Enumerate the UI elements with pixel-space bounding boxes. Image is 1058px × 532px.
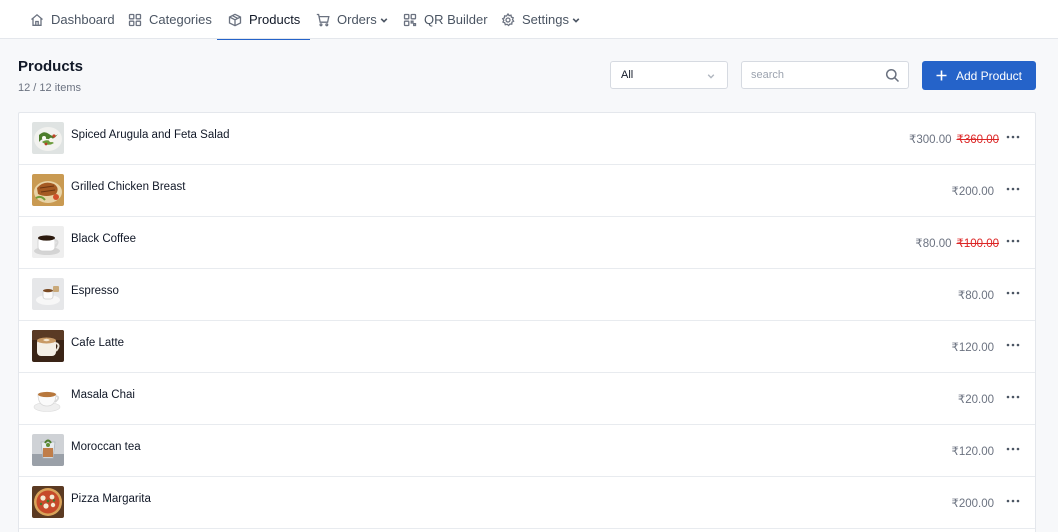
home-icon: [31, 13, 43, 26]
sale-price: ₹120.00: [951, 446, 995, 458]
product-list: Spiced Arugula and Feta Salad ₹300.00 ₹3…: [18, 112, 1036, 532]
product-price: ₹20.00: [958, 392, 999, 406]
sale-price: ₹200.00: [951, 186, 995, 198]
latte-thumbnail: [32, 330, 64, 362]
nav-label: QR Builder: [424, 12, 488, 27]
product-name: Masala Chai: [71, 389, 135, 401]
pizza-thumbnail: [32, 486, 64, 518]
nav-label: Products: [249, 12, 301, 27]
nav-item-orders[interactable]: Orders: [316, 0, 388, 39]
product-row[interactable]: Moroccan tea ₹120.00: [19, 425, 1035, 477]
nav-item-dashboard[interactable]: Dashboard: [30, 0, 115, 39]
filter-select[interactable]: All: [610, 61, 728, 89]
ellipsis-icon: [1006, 291, 1020, 295]
chevron-down-icon: [380, 17, 388, 23]
product-row[interactable]: Masala Chai ₹20.00: [19, 373, 1035, 425]
sale-price: ₹80.00: [915, 238, 952, 250]
more-options-button[interactable]: [1005, 338, 1021, 352]
page-title: Products: [18, 58, 84, 75]
product-name: Black Coffee: [71, 233, 136, 245]
product-row[interactable]: Grilled Chicken Breast ₹200.00: [19, 165, 1035, 217]
product-name: Spiced Arugula and Feta Salad: [71, 129, 230, 141]
ellipsis-icon: [1006, 447, 1020, 451]
cart-icon: [316, 13, 330, 26]
more-options-button[interactable]: [1005, 390, 1021, 404]
product-name: Pizza Margarita: [71, 493, 151, 505]
product-name: Cafe Latte: [71, 337, 125, 349]
product-row[interactable]: Pizza Margarita ₹200.00: [19, 477, 1035, 529]
ellipsis-icon: [1006, 239, 1020, 243]
product-name: Moroccan tea: [71, 441, 141, 453]
ellipsis-icon: [1006, 135, 1020, 139]
box-icon: [228, 13, 242, 26]
product-price: ₹300.00 ₹360.00: [909, 132, 999, 146]
chai-thumbnail: [32, 382, 64, 414]
nav-item-products[interactable]: Products: [217, 0, 311, 40]
more-options-button[interactable]: [1005, 234, 1021, 248]
product-price: ₹120.00: [952, 444, 1000, 458]
product-name: Grilled Chicken Breast: [71, 181, 186, 193]
nav-label: Settings: [522, 12, 569, 27]
tea-thumbnail: [32, 434, 64, 466]
plus-icon: [936, 70, 947, 81]
product-price: ₹80.00: [958, 288, 999, 302]
product-row[interactable]: Spiced Arugula and Feta Salad ₹300.00 ₹3…: [19, 113, 1035, 165]
item-count: 12 / 12 items: [18, 82, 81, 94]
nav-item-categories[interactable]: Categories: [128, 0, 212, 39]
grid-icon: [128, 13, 142, 26]
search-icon[interactable]: [885, 68, 900, 83]
qr-icon: [403, 13, 417, 26]
filter-selected-value: All: [621, 69, 634, 81]
nav-item-settings[interactable]: Settings: [501, 0, 580, 39]
product-row[interactable]: Black Coffee ₹80.00 ₹100.00: [19, 217, 1035, 269]
sale-price: ₹120.00: [951, 342, 995, 354]
nav-label: Categories: [149, 12, 212, 27]
ellipsis-icon: [1006, 499, 1020, 503]
nav-item-qr-builder[interactable]: QR Builder: [403, 0, 488, 39]
product-price: ₹80.00 ₹100.00: [915, 236, 999, 250]
original-price: ₹360.00: [956, 134, 1000, 146]
sale-price: ₹80.00: [957, 290, 994, 302]
espresso-thumbnail: [32, 278, 64, 310]
active-tab-indicator: [217, 39, 311, 40]
coffee-thumbnail: [32, 226, 64, 258]
product-row[interactable]: Cafe Latte ₹120.00: [19, 321, 1035, 373]
chevron-down-icon: [572, 17, 580, 23]
ellipsis-icon: [1006, 187, 1020, 191]
original-price: ₹100.00: [956, 238, 1000, 250]
ellipsis-icon: [1006, 343, 1020, 347]
add-product-button[interactable]: Add Product: [922, 61, 1036, 90]
salad-thumbnail: [32, 122, 64, 154]
more-options-button[interactable]: [1005, 130, 1021, 144]
product-price: ₹200.00: [952, 184, 1000, 198]
gear-icon: [501, 12, 515, 26]
nav-label: Dashboard: [51, 12, 115, 27]
chevron-down-icon: [707, 74, 715, 79]
more-options-button[interactable]: [1005, 442, 1021, 456]
product-price: ₹120.00: [952, 340, 1000, 354]
more-options-button[interactable]: [1005, 182, 1021, 196]
nav-label: Orders: [337, 12, 377, 27]
product-row[interactable]: Espresso ₹80.00: [19, 269, 1035, 321]
sale-price: ₹200.00: [951, 498, 995, 510]
ellipsis-icon: [1006, 395, 1020, 399]
product-name: Espresso: [71, 285, 119, 297]
product-price: ₹200.00: [952, 496, 1000, 510]
sale-price: ₹300.00: [909, 134, 952, 146]
sale-price: ₹20.00: [957, 394, 994, 406]
chicken-thumbnail: [32, 174, 64, 206]
more-options-button[interactable]: [1005, 494, 1021, 508]
search-input[interactable]: [742, 62, 882, 88]
more-options-button[interactable]: [1005, 286, 1021, 300]
add-product-label: Add Product: [955, 68, 1023, 83]
search-box: [741, 61, 909, 89]
top-navigation: Dashboard Categories Products Orders QR …: [0, 0, 1058, 40]
